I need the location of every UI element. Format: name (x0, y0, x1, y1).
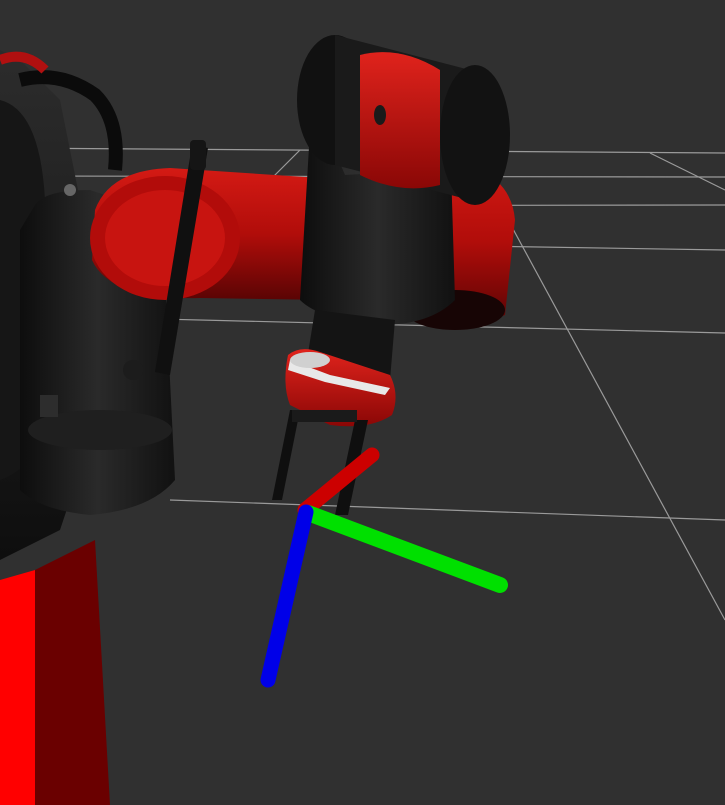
y-axis (300, 505, 508, 593)
robot-upper-arm (90, 168, 330, 300)
tf-axes (260, 447, 508, 688)
grid-line (169, 499, 725, 521)
grid-line (649, 152, 725, 191)
rviz-3d-viewport[interactable] (0, 0, 725, 805)
z-axis (260, 504, 314, 688)
grid-line (499, 204, 725, 621)
robot-pedestal (0, 540, 110, 805)
robot-scene[interactable] (0, 0, 725, 805)
